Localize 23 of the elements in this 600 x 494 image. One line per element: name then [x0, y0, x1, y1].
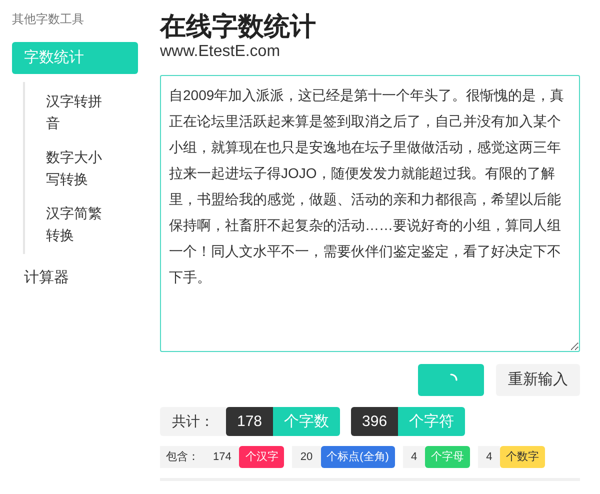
sidebar-subitem[interactable]: 数字大小写转换 [46, 146, 112, 190]
count-value: 4 [402, 446, 426, 468]
count-tag: 个标点(全角) [320, 446, 395, 468]
loading-button[interactable] [418, 364, 484, 396]
count-value: 178 [226, 407, 274, 436]
count-tag: 个字母 [425, 446, 470, 468]
count-value: 396 [351, 407, 398, 436]
reset-button[interactable]: 重新输入 [496, 364, 580, 396]
count-value: 20 [292, 446, 321, 468]
count-tag: 个数字 [500, 446, 546, 468]
count-tag: 个汉字 [239, 446, 284, 468]
sidebar-subitem[interactable]: 汉字转拼音 [46, 90, 112, 134]
text-input[interactable]: 自2009年加入派派，这已经是第十一个年头了。很惭愧的是，真正在论坛里活跃起来算是签到取消之后了，自己并没有加入某个小组，就算现在也只是安逸地在坛子里做做活动，感觉这两三年拉来一起进坛子得JOJO，随便发发力就能超过我。有限的了解里，书盟给我的感觉，做题、活动的亲和力都很高，希望以后能保持啊，社畜肝不起复杂的活动……要说好奇的小组，算同人组一个！同人文水平不一，需要伙伴们鉴定鉴定，看了好决定下不下手。 [160, 75, 580, 352]
page-title: 在线字数统计 [160, 10, 317, 42]
sidebar-heading: 其他字数工具 [12, 11, 85, 28]
contains-label: 包含： [160, 446, 205, 468]
count-unit: 个字符 [398, 407, 466, 436]
count-value: 4 [478, 446, 500, 468]
sidebar-subitem[interactable]: 汉字简繁转换 [46, 202, 112, 246]
total-label: 共计： [160, 407, 226, 436]
count-unit: 个字数 [273, 407, 340, 436]
site-url: www.EtestE.com [160, 42, 282, 62]
count-value: 174 [205, 446, 240, 468]
